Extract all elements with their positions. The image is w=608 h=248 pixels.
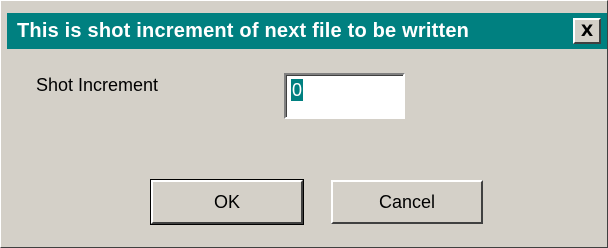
title-bar[interactable]: This is shot increment of next file to b… [7, 13, 607, 49]
shot-increment-value: 0 [291, 79, 304, 101]
shot-increment-label: Shot Increment [36, 75, 159, 95]
cancel-button[interactable]: Cancel [331, 180, 483, 224]
ok-button[interactable]: OK [150, 179, 304, 225]
shot-increment-input[interactable]: 0 [284, 73, 405, 119]
close-icon: X [580, 21, 594, 40]
close-button[interactable]: X [573, 18, 601, 44]
cancel-button-label: Cancel [378, 191, 436, 212]
ok-button-label: OK [213, 191, 240, 212]
dialog-window: This is shot increment of next file to b… [0, 0, 608, 248]
dialog-title: This is shot increment of next file to b… [17, 19, 470, 42]
